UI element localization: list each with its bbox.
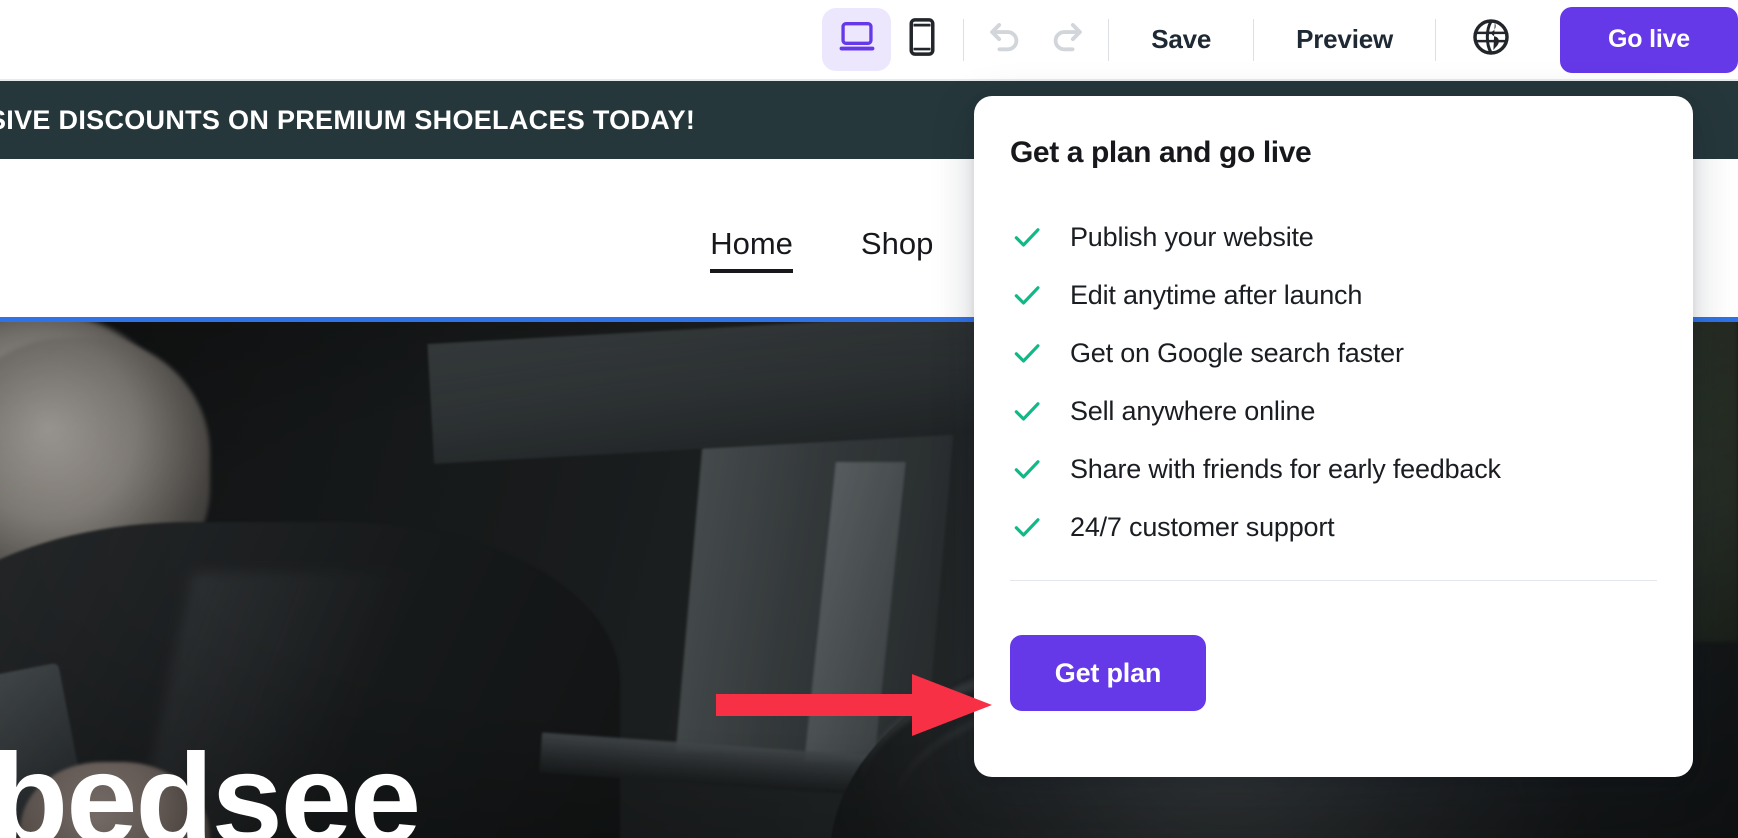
- popup-footer: Get plan: [1010, 635, 1657, 711]
- editor-screen: Save Preview Go live SIVE DISCOUNTS ON P…: [0, 0, 1738, 838]
- feature-label: Edit anytime after launch: [1070, 279, 1363, 310]
- go-live-button[interactable]: Go live: [1560, 6, 1738, 73]
- announcement-text: SIVE DISCOUNTS ON PREMIUM SHOELACES TODA…: [0, 104, 696, 135]
- redo-arrow-icon: [1047, 20, 1087, 59]
- laptop-icon: [838, 21, 876, 58]
- undo-button[interactable]: [974, 9, 1036, 71]
- list-item: Share with friends for early feedback: [1010, 440, 1657, 498]
- toolbar-divider-1: [963, 18, 965, 61]
- list-item: Edit anytime after launch: [1010, 266, 1657, 324]
- undo-arrow-icon: [985, 20, 1025, 59]
- check-icon: [1010, 510, 1044, 544]
- get-plan-button[interactable]: Get plan: [1010, 635, 1206, 711]
- globe-icon: [1472, 18, 1510, 61]
- toolbar-divider-2: [1108, 18, 1110, 61]
- editor-toolbar: Save Preview Go live: [0, 0, 1738, 79]
- redo-button[interactable]: [1036, 9, 1098, 71]
- nav-link-shop[interactable]: Shop: [861, 226, 933, 273]
- toolbar-divider-4: [1435, 18, 1436, 61]
- list-item: 24/7 customer support: [1010, 498, 1657, 556]
- check-icon: [1010, 452, 1044, 486]
- feature-label: Get on Google search faster: [1070, 337, 1404, 368]
- get-plan-popup: Get a plan and go live Publish your webs…: [974, 96, 1693, 777]
- feature-label: Sell anywhere online: [1070, 395, 1316, 426]
- save-button[interactable]: Save: [1119, 24, 1243, 55]
- preview-button[interactable]: Preview: [1264, 24, 1425, 55]
- list-item: Sell anywhere online: [1010, 382, 1657, 440]
- check-icon: [1010, 394, 1044, 428]
- desktop-view-toggle[interactable]: [822, 8, 892, 71]
- toolbar-divider-3: [1253, 18, 1255, 61]
- feature-label: Share with friends for early feedback: [1070, 453, 1501, 484]
- feature-label: Publish your website: [1070, 221, 1314, 252]
- feature-label: 24/7 customer support: [1070, 511, 1335, 542]
- list-item: Get on Google search faster: [1010, 324, 1657, 382]
- mobile-view-toggle[interactable]: [891, 9, 953, 71]
- popup-divider: [1010, 580, 1657, 581]
- check-icon: [1010, 278, 1044, 312]
- check-icon: [1010, 336, 1044, 370]
- popup-title: Get a plan and go live: [1010, 136, 1312, 169]
- check-icon: [1010, 220, 1044, 254]
- plan-feature-list: Publish your website Edit anytime after …: [1010, 208, 1657, 556]
- list-item: Publish your website: [1010, 208, 1657, 266]
- nav-link-home[interactable]: Home: [710, 226, 793, 273]
- site-language-button[interactable]: [1446, 18, 1536, 61]
- mobile-icon: [909, 18, 935, 61]
